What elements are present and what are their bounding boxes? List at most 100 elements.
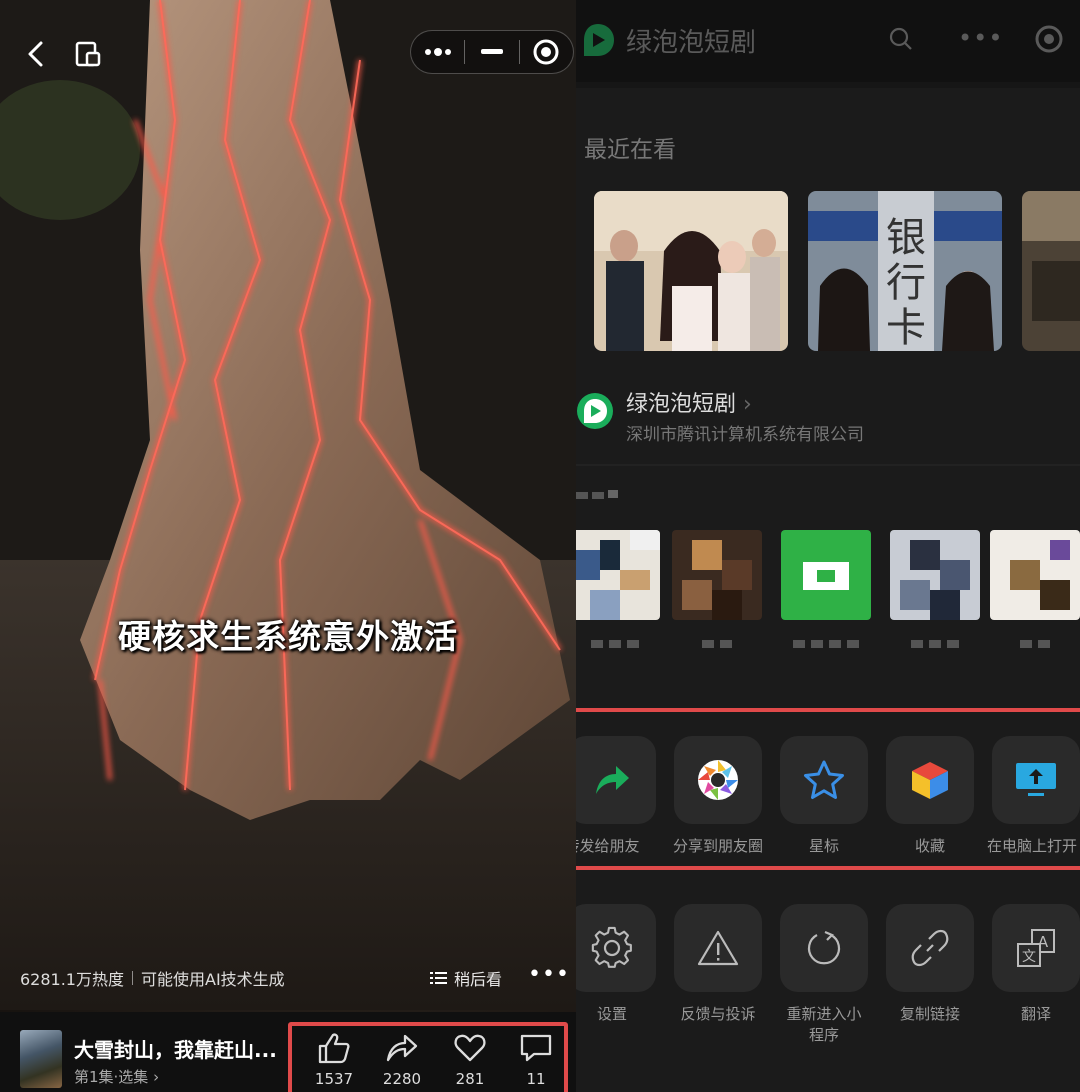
favorite-count: 281 bbox=[455, 1070, 485, 1088]
search-icon[interactable] bbox=[888, 26, 914, 52]
reload-button[interactable] bbox=[780, 904, 868, 992]
share-to-moments-button[interactable] bbox=[674, 736, 762, 824]
app-name-label: 绿泡泡短剧 bbox=[626, 392, 737, 417]
contact-name-blurred bbox=[990, 640, 1080, 648]
target-close-icon[interactable] bbox=[1034, 24, 1064, 54]
translate-button[interactable]: A 文 bbox=[992, 904, 1080, 992]
thumb-sign-char: 银 bbox=[886, 215, 926, 261]
episode-selector[interactable]: 第1集·选集 › bbox=[74, 1066, 159, 1087]
copy-link-button[interactable] bbox=[886, 904, 974, 992]
episode-label: 第1集·选集 bbox=[74, 1068, 149, 1086]
recent-label: 最近在看 bbox=[584, 137, 676, 163]
video-info-row: 6281.1万热度 可能使用AI技术生成 bbox=[20, 966, 285, 990]
drama-thumbnail-image bbox=[594, 191, 788, 351]
video-player[interactable]: 硬核求生系统意外激活 6281.1万热度 可能使用AI技术生成 稍后看 ••• … bbox=[0, 0, 576, 1092]
share-to-moments-label: 分享到朋友圈 bbox=[672, 837, 763, 855]
watch-later-label: 稍后看 bbox=[454, 970, 503, 989]
reload-label: 重新进入小程序 bbox=[786, 1005, 862, 1044]
heart-icon bbox=[454, 1034, 486, 1062]
drama-thumbnail-image: 银 行 卡 bbox=[808, 191, 1002, 351]
video-frame bbox=[0, 0, 576, 1010]
translate-glyph: 文 bbox=[1022, 949, 1036, 965]
more-dots-icon bbox=[424, 48, 451, 56]
forward-icon bbox=[596, 766, 629, 794]
watch-later-button[interactable]: 稍后看 bbox=[430, 966, 502, 990]
translate-icon: A 文 bbox=[1017, 929, 1055, 967]
forward-to-friend-button[interactable] bbox=[576, 736, 656, 824]
pixelated-avatar bbox=[990, 530, 1080, 620]
pixelated-avatar bbox=[672, 530, 762, 620]
heat-count: 6281.1万热度 bbox=[20, 970, 124, 989]
comment-icon bbox=[520, 1034, 552, 1062]
drama-thumbnail-image bbox=[1022, 191, 1080, 351]
chevron-left-icon bbox=[28, 41, 43, 67]
share-arrow-icon bbox=[386, 1034, 418, 1062]
blurred-text bbox=[576, 490, 618, 499]
forward-to-friend-label: 转发给朋友 bbox=[576, 837, 640, 855]
drama-poster[interactable] bbox=[20, 1030, 62, 1088]
mini-program-capsule bbox=[410, 30, 574, 74]
drama-title[interactable]: 大雪封山，我靠赶山... bbox=[74, 1034, 288, 1063]
reload-icon bbox=[807, 930, 841, 965]
recent-drama-thumb[interactable]: 银 行 卡 bbox=[808, 191, 1002, 351]
contact-avatar[interactable] bbox=[781, 530, 871, 620]
contact-avatar[interactable] bbox=[576, 530, 660, 620]
star-button[interactable] bbox=[780, 736, 868, 824]
translate-label: 翻译 bbox=[1020, 1005, 1051, 1023]
contact-name-blurred bbox=[781, 640, 871, 648]
thumb-sign-char: 行 bbox=[886, 260, 926, 306]
gear-icon bbox=[591, 926, 632, 968]
pixelated-avatar bbox=[781, 530, 871, 620]
video-more-button[interactable]: ••• bbox=[528, 962, 570, 987]
contact-avatar[interactable] bbox=[890, 530, 980, 620]
recent-drama-thumb[interactable] bbox=[1022, 191, 1080, 351]
feedback-button[interactable] bbox=[674, 904, 762, 992]
like-count: 1537 bbox=[314, 1070, 354, 1088]
back-button[interactable] bbox=[16, 34, 56, 74]
video-subtitle: 硬核求生系统意外激活 bbox=[118, 617, 458, 656]
app-name: 绿泡泡短剧 › bbox=[626, 386, 752, 418]
moments-icon bbox=[698, 760, 738, 800]
open-on-pc-label: 在电脑上打开 bbox=[986, 837, 1077, 855]
highlight-box-actions: 1537 2280 281 11 bbox=[288, 1022, 568, 1092]
close-mini-program-button[interactable] bbox=[520, 31, 573, 73]
contact-avatar[interactable] bbox=[672, 530, 762, 620]
more-menu-button[interactable] bbox=[411, 31, 464, 73]
ai-disclaimer: 可能使用AI技术生成 bbox=[141, 970, 285, 989]
comment-count: 11 bbox=[526, 1070, 546, 1088]
link-icon bbox=[911, 929, 949, 967]
collect-button[interactable] bbox=[886, 736, 974, 824]
recent-drama-thumb[interactable] bbox=[594, 191, 788, 351]
open-on-pc-button[interactable] bbox=[992, 736, 1080, 824]
share-count: 2280 bbox=[382, 1070, 422, 1088]
float-window-button[interactable] bbox=[68, 34, 108, 74]
monitor-upload-icon bbox=[1016, 763, 1056, 796]
minimize-button[interactable] bbox=[465, 31, 518, 73]
contact-name-blurred bbox=[672, 640, 762, 648]
contact-name-blurred bbox=[890, 640, 980, 648]
like-button[interactable]: 1537 bbox=[304, 1032, 364, 1088]
pixelated-avatar bbox=[890, 530, 980, 620]
collect-cube-icon bbox=[912, 762, 948, 799]
mini-program-menu-view: 绿泡泡短剧 ••• 最近在看 银 行 卡 绿泡泡短剧 › 深圳市腾讯计算机系统有… bbox=[576, 0, 1080, 1092]
mini-program-header: 绿泡泡短剧 ••• bbox=[576, 0, 1080, 82]
minimize-icon bbox=[480, 49, 503, 54]
chevron-right-icon: › bbox=[743, 392, 752, 417]
action-sheet: 最近在看 银 行 卡 绿泡泡短剧 › 深圳市腾讯计算机系统有限公司 发给朋友 分… bbox=[576, 88, 1080, 1092]
more-dots-icon[interactable]: ••• bbox=[958, 24, 1003, 52]
app-info-row[interactable]: 绿泡泡短剧 › 深圳市腾讯计算机系统有限公司 bbox=[576, 380, 1080, 460]
thumbs-up-icon bbox=[318, 1033, 350, 1064]
header-title: 绿泡泡短剧 bbox=[626, 28, 757, 58]
contact-avatar[interactable] bbox=[990, 530, 1080, 620]
favorite-button[interactable]: 281 bbox=[440, 1032, 500, 1088]
watch-later-icon bbox=[430, 972, 447, 984]
star-label: 星标 bbox=[808, 837, 839, 855]
settings-button[interactable] bbox=[576, 904, 656, 992]
star-icon bbox=[804, 760, 844, 799]
pixelated-avatar bbox=[576, 530, 660, 620]
target-close-icon bbox=[533, 39, 559, 65]
contacts-label-blurred bbox=[576, 486, 626, 505]
share-button[interactable]: 2280 bbox=[372, 1032, 432, 1088]
comment-button[interactable]: 11 bbox=[506, 1032, 566, 1088]
feedback-label: 反馈与投诉 bbox=[680, 1005, 756, 1023]
